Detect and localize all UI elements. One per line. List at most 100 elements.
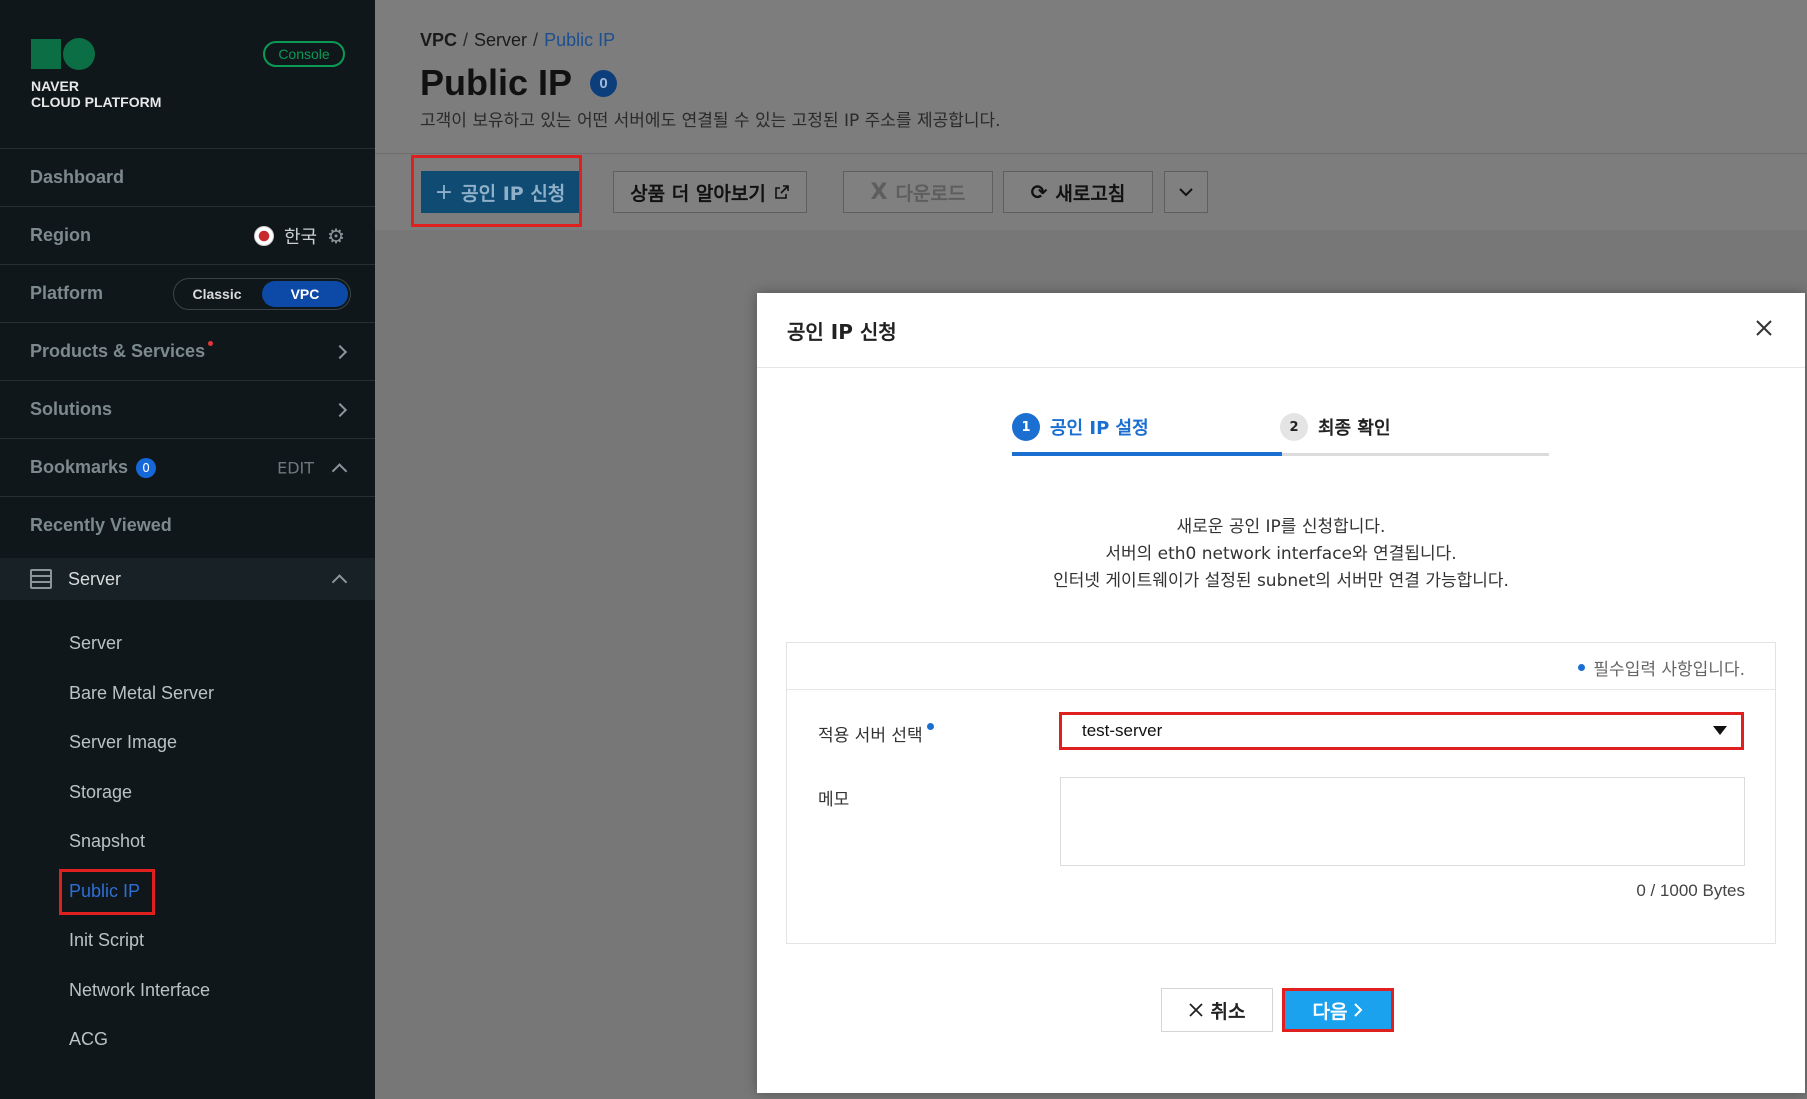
- sidebar-sub-server-image[interactable]: Server Image: [69, 732, 177, 753]
- step-1-number: 1: [1012, 413, 1040, 441]
- sidebar-item-region[interactable]: Region 한국 ⚙: [0, 206, 375, 264]
- server-select-label: 적용 서버 선택: [818, 721, 934, 746]
- sidebar-item-bookmarks[interactable]: Bookmarks 0 EDIT: [0, 438, 375, 496]
- memo-textarea[interactable]: [1060, 777, 1745, 866]
- new-indicator-dot: [208, 341, 214, 346]
- breadcrumb-vpc[interactable]: VPC: [420, 30, 457, 51]
- excel-icon: X: [870, 179, 888, 205]
- learn-more-button[interactable]: 상품 더 알아보기: [613, 171, 807, 213]
- apply-button-highlight: [411, 155, 582, 227]
- naver-cloud-logo[interactable]: NAVER CLOUD PLATFORM: [31, 38, 161, 110]
- modal-intro: 새로운 공인 IP를 신청합니다. 서버의 eth0 network inter…: [757, 514, 1805, 595]
- public-ip-highlight: [59, 869, 155, 915]
- chevron-up-icon[interactable]: [331, 462, 348, 479]
- sidebar-item-platform: Platform Classic VPC: [0, 264, 375, 322]
- page-description: 고객이 보유하고 있는 어떤 서버에도 연결될 수 있는 고정된 IP 주소를 …: [420, 111, 1001, 131]
- refresh-label: 새로고침: [1055, 182, 1126, 205]
- bookmarks-count-badge: 0: [136, 457, 157, 478]
- chevron-up-icon: [331, 574, 348, 590]
- chevron-right-icon: [332, 402, 348, 417]
- dashboard-label: Dashboard: [30, 167, 125, 187]
- sidebar: NAVER CLOUD PLATFORM Console Dashboard R…: [0, 0, 375, 1099]
- required-dot-icon: [1578, 664, 1586, 671]
- modal-header: 공인 IP 신청: [757, 293, 1805, 368]
- cancel-button[interactable]: 취소: [1161, 988, 1273, 1032]
- logo-text-line1: NAVER: [31, 78, 79, 94]
- sidebar-sub-bare-metal-server[interactable]: Bare Metal Server: [69, 683, 214, 704]
- server-select[interactable]: test-server: [1059, 712, 1744, 750]
- refresh-icon: ⟳: [1030, 180, 1048, 204]
- platform-label: Platform: [30, 283, 104, 303]
- download-label: 다운로드: [895, 182, 966, 205]
- caret-down-icon: [1713, 726, 1727, 735]
- region-label: Region: [30, 225, 91, 245]
- gear-icon[interactable]: ⚙: [327, 224, 345, 248]
- sidebar-sub-storage[interactable]: Storage: [69, 782, 132, 803]
- server-icon: [30, 569, 52, 589]
- memo-label: 메모: [818, 790, 850, 810]
- sidebar-sub-init-script[interactable]: Init Script: [69, 930, 144, 951]
- products-label: Products & Services: [30, 341, 214, 362]
- sidebar-group-server[interactable]: Server: [0, 558, 375, 600]
- sidebar-sub-snapshot[interactable]: Snapshot: [69, 831, 145, 852]
- step-1: 1 공인 IP 설정: [1012, 413, 1149, 441]
- step-1-label: 공인 IP 설정: [1050, 418, 1149, 439]
- required-note: 필수입력 사항입니다.: [1578, 655, 1745, 680]
- form-divider: [787, 689, 1775, 690]
- sidebar-sub-server[interactable]: Server: [69, 633, 122, 654]
- close-icon[interactable]: [1755, 319, 1773, 337]
- solutions-label: Solutions: [30, 399, 112, 419]
- recently-viewed-label: Recently Viewed: [30, 515, 172, 535]
- modal-title: 공인 IP 신청: [787, 320, 897, 344]
- sidebar-item-solutions[interactable]: Solutions: [0, 380, 375, 438]
- intro-line-2: 서버의 eth0 network interface와 연결됩니다.: [1105, 544, 1457, 564]
- step-2-label: 최종 확인: [1318, 418, 1391, 439]
- sidebar-sub-network-interface[interactable]: Network Interface: [69, 980, 210, 1001]
- console-badge[interactable]: Console: [263, 41, 345, 67]
- logo-text-line2: CLOUD PLATFORM: [31, 94, 162, 110]
- header-divider: [375, 153, 1807, 154]
- breadcrumb-public-ip: Public IP: [544, 30, 616, 50]
- sidebar-item-recently-viewed[interactable]: Recently Viewed: [0, 496, 375, 554]
- breadcrumb-separator: /: [533, 30, 539, 50]
- platform-option-vpc[interactable]: VPC: [262, 280, 348, 307]
- required-note-text: 필수입력 사항입니다.: [1593, 660, 1745, 680]
- platform-option-classic[interactable]: Classic: [174, 279, 260, 309]
- required-dot-icon: [926, 723, 934, 730]
- breadcrumb-separator: /: [463, 30, 469, 50]
- step-2: 2 최종 확인: [1280, 413, 1391, 441]
- intro-line-1: 새로운 공인 IP를 신청합니다.: [1176, 517, 1386, 537]
- server-select-value: test-server: [1082, 721, 1163, 740]
- refresh-button[interactable]: ⟳ 새로고침: [1003, 171, 1153, 213]
- step-2-number: 2: [1280, 413, 1308, 441]
- sidebar-item-products[interactable]: Products & Services: [0, 322, 375, 380]
- region-value[interactable]: 한국: [284, 223, 317, 249]
- byte-counter: 0 / 1000 Bytes: [1636, 881, 1745, 900]
- download-button[interactable]: X 다운로드: [843, 171, 993, 213]
- step-progress-active: [1012, 452, 1282, 456]
- external-link-icon: [774, 185, 789, 199]
- next-button[interactable]: 다음: [1282, 988, 1394, 1032]
- sidebar-sub-acg[interactable]: ACG: [69, 1029, 108, 1050]
- server-group-label: Server: [68, 568, 122, 589]
- close-icon: [1188, 1003, 1203, 1017]
- logo-mark-icon: [31, 38, 161, 70]
- breadcrumb: VPC / Server / Public IP: [420, 30, 615, 51]
- apply-public-ip-modal: 공인 IP 신청 1 공인 IP 설정 2 최종 확인 새로운 공인 IP를 신…: [757, 293, 1805, 1093]
- platform-toggle[interactable]: Classic VPC: [173, 277, 351, 310]
- breadcrumb-server[interactable]: Server: [474, 30, 527, 51]
- cancel-label: 취소: [1210, 1000, 1246, 1023]
- next-label: 다음: [1312, 1000, 1348, 1023]
- chevron-right-icon: [1354, 1003, 1363, 1017]
- page-title-text: Public IP: [420, 62, 573, 103]
- korea-flag-icon: [253, 225, 274, 246]
- bookmarks-edit-link[interactable]: EDIT: [277, 458, 314, 477]
- form-box: 필수입력 사항입니다. 적용 서버 선택 test-server 메모 0 / …: [786, 642, 1776, 944]
- chevron-down-icon: [1179, 188, 1193, 197]
- more-options-button[interactable]: [1164, 171, 1208, 213]
- learn-more-label: 상품 더 알아보기: [630, 182, 766, 205]
- sidebar-item-dashboard[interactable]: Dashboard: [0, 148, 375, 206]
- count-badge: 0: [590, 69, 618, 97]
- chevron-right-icon: [332, 344, 348, 359]
- page-title: Public IP 0: [420, 62, 618, 104]
